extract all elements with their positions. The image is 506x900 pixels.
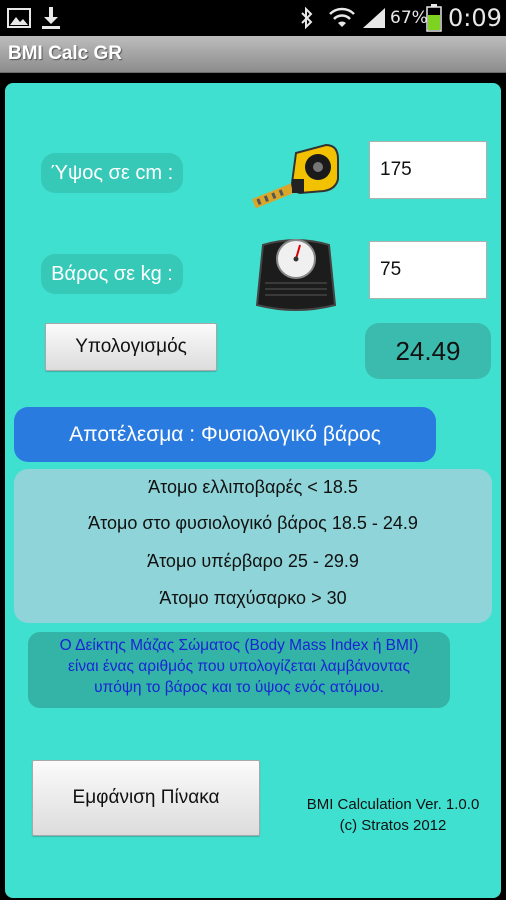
battery-icon [424,0,444,36]
download-icon [38,0,64,36]
calculate-button[interactable]: Υπολογισμός [45,323,217,371]
tape-measure-icon [250,139,340,209]
result-category: Αποτέλεσμα : Φυσιολογικό βάρος [14,407,436,462]
weight-input[interactable]: 75 [369,241,487,299]
app-title: BMI Calc GR [8,43,123,64]
battery-percent: 67% [390,8,428,28]
info-line: Ο Δείκτης Μάζας Σώματος (Body Mass Index… [59,637,419,654]
copyright-text: (c) Stratos 2012 [339,817,447,834]
bmi-legend-table: Άτομο ελλιποβαρές < 18.5 Άτομο στο φυσιο… [14,469,492,623]
main-panel: Ύψος σε cm : 175 Βάρος σε kg : 75 Υπολογ… [5,83,501,898]
content-area: Ύψος σε cm : 175 Βάρος σε kg : 75 Υπολογ… [0,73,506,900]
info-line: υπόψη το βάρος και το ύψος ενός ατόμου. [94,679,384,696]
legend-row-obese: Άτομο παχύσαρκο > 30 [159,588,347,608]
bmi-info-text: Ο Δείκτης Μάζας Σώματος (Body Mass Index… [28,632,450,708]
legend-row-normal: Άτομο στο φυσιολογικό βάρος 18.5 - 24.9 [88,513,418,533]
credits: BMI Calculation Ver. 1.0.0 (c) Stratos 2… [275,794,506,836]
status-bar: 67% 0:09 [0,0,506,36]
bluetooth-icon [296,0,318,36]
clock: 0:09 [448,4,502,32]
legend-row-overweight: Άτομο υπέρβαρο 25 - 29.9 [147,551,359,571]
weight-label: Βάρος σε kg : [41,254,183,294]
height-input[interactable]: 175 [369,141,487,199]
wifi-icon [328,0,356,36]
legend-row-underweight: Άτομο ελλιποβαρές < 18.5 [148,477,358,497]
scale-icon [253,235,339,315]
title-bar: BMI Calc GR [0,36,506,73]
height-label: Ύψος σε cm : [41,153,183,193]
signal-icon [360,0,388,36]
info-line: είναι ένας αριθμός που υπολογίζεται λαμβ… [68,658,410,675]
gallery-icon [6,0,32,36]
version-text: BMI Calculation Ver. 1.0.0 [306,796,480,813]
bmi-result: 24.49 [365,323,491,379]
show-table-button[interactable]: Εμφάνιση Πίνακα [32,760,260,836]
